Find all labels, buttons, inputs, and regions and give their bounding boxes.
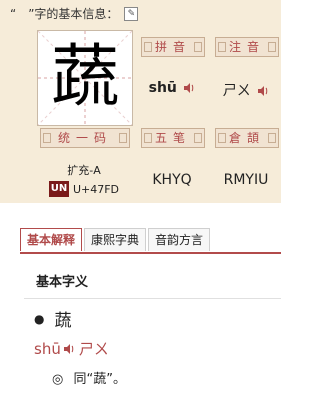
definition-text: 同“蔬”。 bbox=[73, 372, 126, 387]
pinyin-value: shū bbox=[148, 80, 177, 96]
zhuyin-value: ㄕㄨ bbox=[222, 83, 251, 99]
divider bbox=[24, 298, 281, 299]
character-grid-box: 蔬 bbox=[37, 30, 133, 126]
info-header-text: “ ”字的基本信息： bbox=[10, 7, 119, 21]
character-info-panel: “ ”字的基本信息： ✎ 蔬 拼音 注音 shū ㄕㄨ 统一码 五笔 倉頡 扩充… bbox=[0, 0, 281, 203]
info-header: “ ”字的基本信息： ✎ bbox=[10, 4, 139, 24]
unicode-label: 统一码 bbox=[40, 128, 130, 148]
tab-kangxi-dictionary[interactable]: 康熙字典 bbox=[84, 228, 147, 251]
entry-row: ● 蔬 bbox=[34, 306, 71, 331]
definition-marker-icon: ◎ bbox=[52, 372, 64, 387]
wubi-value: KHYQ bbox=[152, 172, 192, 188]
cangjie-value: RMYIU bbox=[223, 172, 269, 188]
pinyin-label: 拼音 bbox=[141, 37, 205, 57]
tab-basic-explanation[interactable]: 基本解释 bbox=[20, 228, 83, 251]
zhuyin-label: 注音 bbox=[215, 37, 279, 57]
unicode-logo-icon: UN bbox=[48, 181, 69, 197]
definition-row: ◎ 同“蔬”。 bbox=[52, 368, 126, 387]
scroll-icon[interactable]: ✎ bbox=[124, 7, 139, 21]
unicode-value-cell: 扩充-A UN U+47FD bbox=[44, 162, 124, 197]
bullet-icon: ● bbox=[34, 311, 45, 326]
entry-zhuyin: ㄕㄨ bbox=[78, 340, 109, 358]
unicode-code-row: UN U+47FD bbox=[44, 181, 124, 197]
speaker-icon[interactable] bbox=[183, 82, 195, 94]
cangjie-label: 倉頡 bbox=[215, 128, 279, 148]
tab-phonology-dialect[interactable]: 音韵方言 bbox=[148, 228, 211, 251]
entry-character: 蔬 bbox=[54, 311, 72, 331]
unicode-block: 扩充-A bbox=[67, 164, 101, 177]
unicode-code: U+47FD bbox=[72, 182, 120, 196]
entry-pinyin: shū bbox=[34, 339, 61, 358]
entry-pronunciation: shū ㄕㄨ bbox=[34, 338, 109, 359]
zhuyin-value-cell: ㄕㄨ bbox=[215, 80, 277, 100]
pinyin-value-cell: shū bbox=[141, 80, 203, 96]
definition-tabs: 基本解释 康熙字典 音韵方言 bbox=[20, 228, 281, 254]
speaker-icon[interactable] bbox=[63, 343, 75, 355]
speaker-icon[interactable] bbox=[257, 85, 269, 97]
big-character: 蔬 bbox=[50, 38, 119, 117]
section-title: 基本字义 bbox=[36, 275, 89, 290]
wubi-label: 五笔 bbox=[141, 128, 205, 148]
